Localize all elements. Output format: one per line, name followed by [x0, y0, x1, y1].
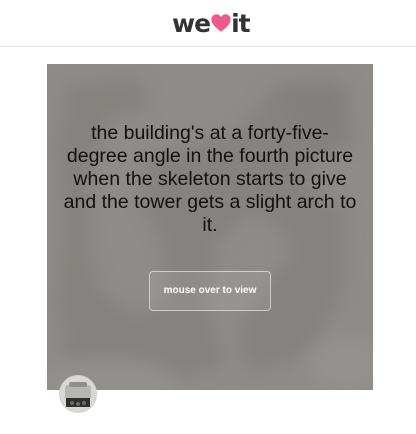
logo-text-we: we — [172, 8, 211, 38]
avatar-icon — [60, 376, 96, 412]
logo-text-it: it — [231, 8, 251, 38]
quote-text: the building's at a forty-five-degree an… — [63, 122, 357, 236]
heart-icon — [210, 12, 232, 34]
top-bar: we it — [0, 0, 416, 47]
post-card[interactable]: the building's at a forty-five-degree an… — [47, 64, 373, 390]
weheartit-logo[interactable]: we it — [172, 8, 251, 38]
mouse-over-to-view-button[interactable]: mouse over to view — [149, 271, 271, 311]
user-avatar[interactable] — [59, 375, 97, 413]
